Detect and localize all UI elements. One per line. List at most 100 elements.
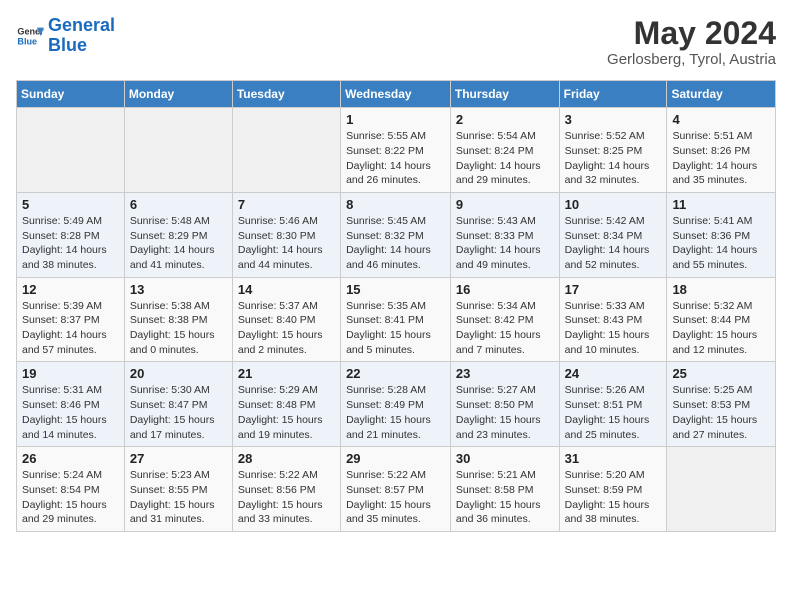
week-row-4: 19Sunrise: 5:31 AM Sunset: 8:46 PM Dayli… [17, 362, 776, 447]
calendar-cell: 11Sunrise: 5:41 AM Sunset: 8:36 PM Dayli… [667, 192, 776, 277]
week-row-3: 12 Sunrise: 5:39 AM Sunset: 8:37 PM Dayli… [17, 277, 776, 362]
day-number: 3 [565, 112, 662, 127]
calendar-cell: 17Sunrise: 5:33 AM Sunset: 8:43 PM Dayli… [559, 277, 667, 362]
day-number: 14 [238, 282, 335, 297]
day-number: 2 [456, 112, 554, 127]
day-info: Sunrise: 5:54 AM Sunset: 8:24 PM Dayligh… [456, 129, 554, 188]
calendar-cell: 20 Sunrise: 5:30 AM Sunset: 8:47 PM Dayli… [124, 362, 232, 447]
day-number: 5 [22, 197, 119, 212]
day-number: 25 [672, 366, 770, 381]
day-number: 31 [565, 451, 662, 466]
day-info: Sunrise: 5:24 AM Sunset: 8:54 PM Dayligh… [22, 468, 119, 527]
day-info: Sunrise: 5:26 AM Sunset: 8:51 PM Dayligh… [565, 383, 662, 442]
calendar-cell: 10 Sunrise: 5:42 AM Sunset: 8:34 PM Dayli… [559, 192, 667, 277]
calendar-table: SundayMondayTuesdayWednesdayThursdayFrid… [16, 80, 776, 532]
calendar-cell [124, 108, 232, 193]
day-number: 12 [22, 282, 119, 297]
calendar-cell: 12 Sunrise: 5:39 AM Sunset: 8:37 PM Dayli… [17, 277, 125, 362]
calendar-cell: 14 Sunrise: 5:37 AM Sunset: 8:40 PM Dayli… [232, 277, 340, 362]
header-thursday: Thursday [450, 81, 559, 108]
header-friday: Friday [559, 81, 667, 108]
day-number: 7 [238, 197, 335, 212]
day-info: Sunrise: 5:43 AM Sunset: 8:33 PM Dayligh… [456, 214, 554, 273]
day-number: 16 [456, 282, 554, 297]
day-number: 4 [672, 112, 770, 127]
calendar-cell: 31 Sunrise: 5:20 AM Sunset: 8:59 PM Dayli… [559, 447, 667, 532]
day-info: Sunrise: 5:55 AM Sunset: 8:22 PM Dayligh… [346, 129, 445, 188]
day-number: 29 [346, 451, 445, 466]
day-info: Sunrise: 5:25 AM Sunset: 8:53 PM Dayligh… [672, 383, 770, 442]
day-info: Sunrise: 5:52 AM Sunset: 8:25 PM Dayligh… [565, 129, 662, 188]
day-info: Sunrise: 5:46 AM Sunset: 8:30 PM Dayligh… [238, 214, 335, 273]
calendar-cell: 27Sunrise: 5:23 AM Sunset: 8:55 PM Dayli… [124, 447, 232, 532]
calendar-cell: 9Sunrise: 5:43 AM Sunset: 8:33 PM Daylig… [450, 192, 559, 277]
page-header: General Blue GeneralBlue May 2024 Gerlos… [16, 16, 776, 68]
header-saturday: Saturday [667, 81, 776, 108]
calendar-cell: 25 Sunrise: 5:25 AM Sunset: 8:53 PM Dayli… [667, 362, 776, 447]
day-number: 17 [565, 282, 662, 297]
day-info: Sunrise: 5:45 AM Sunset: 8:32 PM Dayligh… [346, 214, 445, 273]
calendar-cell: 6 Sunrise: 5:48 AM Sunset: 8:29 PM Daylig… [124, 192, 232, 277]
calendar-cell: 7 Sunrise: 5:46 AM Sunset: 8:30 PM Daylig… [232, 192, 340, 277]
calendar-cell: 8Sunrise: 5:45 AM Sunset: 8:32 PM Daylig… [341, 192, 451, 277]
calendar-cell: 29 Sunrise: 5:22 AM Sunset: 8:57 PM Dayli… [341, 447, 451, 532]
day-info: Sunrise: 5:32 AM Sunset: 8:44 PM Dayligh… [672, 299, 770, 358]
logo-icon: General Blue [16, 22, 44, 50]
calendar-cell: 23 Sunrise: 5:27 AM Sunset: 8:50 PM Dayli… [450, 362, 559, 447]
day-number: 23 [456, 366, 554, 381]
day-info: Sunrise: 5:21 AM Sunset: 8:58 PM Dayligh… [456, 468, 554, 527]
day-info: Sunrise: 5:30 AM Sunset: 8:47 PM Dayligh… [130, 383, 227, 442]
location-title: Gerlosberg, Tyrol, Austria [607, 51, 776, 68]
day-number: 26 [22, 451, 119, 466]
day-info: Sunrise: 5:27 AM Sunset: 8:50 PM Dayligh… [456, 383, 554, 442]
day-info: Sunrise: 5:42 AM Sunset: 8:34 PM Dayligh… [565, 214, 662, 273]
day-info: Sunrise: 5:22 AM Sunset: 8:57 PM Dayligh… [346, 468, 445, 527]
week-row-2: 5 Sunrise: 5:49 AM Sunset: 8:28 PM Daylig… [17, 192, 776, 277]
day-info: Sunrise: 5:22 AM Sunset: 8:56 PM Dayligh… [238, 468, 335, 527]
calendar-cell: 21 Sunrise: 5:29 AM Sunset: 8:48 PM Dayli… [232, 362, 340, 447]
calendar-cell: 22Sunrise: 5:28 AM Sunset: 8:49 PM Dayli… [341, 362, 451, 447]
calendar-cell: 28Sunrise: 5:22 AM Sunset: 8:56 PM Dayli… [232, 447, 340, 532]
day-number: 20 [130, 366, 227, 381]
day-number: 11 [672, 197, 770, 212]
day-info: Sunrise: 5:31 AM Sunset: 8:46 PM Dayligh… [22, 383, 119, 442]
calendar-cell: 13 Sunrise: 5:38 AM Sunset: 8:38 PM Dayli… [124, 277, 232, 362]
month-title: May 2024 [607, 16, 776, 51]
day-number: 21 [238, 366, 335, 381]
calendar-cell: 26 Sunrise: 5:24 AM Sunset: 8:54 PM Dayli… [17, 447, 125, 532]
week-row-5: 26 Sunrise: 5:24 AM Sunset: 8:54 PM Dayli… [17, 447, 776, 532]
day-info: Sunrise: 5:39 AM Sunset: 8:37 PM Dayligh… [22, 299, 119, 358]
day-info: Sunrise: 5:28 AM Sunset: 8:49 PM Dayligh… [346, 383, 445, 442]
day-info: Sunrise: 5:48 AM Sunset: 8:29 PM Dayligh… [130, 214, 227, 273]
day-info: Sunrise: 5:51 AM Sunset: 8:26 PM Dayligh… [672, 129, 770, 188]
day-number: 15 [346, 282, 445, 297]
day-number: 10 [565, 197, 662, 212]
day-info: Sunrise: 5:37 AM Sunset: 8:40 PM Dayligh… [238, 299, 335, 358]
day-info: Sunrise: 5:38 AM Sunset: 8:38 PM Dayligh… [130, 299, 227, 358]
calendar-cell: 2 Sunrise: 5:54 AM Sunset: 8:24 PM Daylig… [450, 108, 559, 193]
calendar-cell: 4 Sunrise: 5:51 AM Sunset: 8:26 PM Daylig… [667, 108, 776, 193]
day-number: 18 [672, 282, 770, 297]
day-number: 13 [130, 282, 227, 297]
calendar-cell: 24Sunrise: 5:26 AM Sunset: 8:51 PM Dayli… [559, 362, 667, 447]
day-info: Sunrise: 5:34 AM Sunset: 8:42 PM Dayligh… [456, 299, 554, 358]
day-info: Sunrise: 5:23 AM Sunset: 8:55 PM Dayligh… [130, 468, 227, 527]
calendar-cell [667, 447, 776, 532]
calendar-cell: 30 Sunrise: 5:21 AM Sunset: 8:58 PM Dayli… [450, 447, 559, 532]
calendar-cell: 5 Sunrise: 5:49 AM Sunset: 8:28 PM Daylig… [17, 192, 125, 277]
day-number: 30 [456, 451, 554, 466]
header-sunday: Sunday [17, 81, 125, 108]
calendar-cell: 18 Sunrise: 5:32 AM Sunset: 8:44 PM Dayli… [667, 277, 776, 362]
calendar-cell: 15 Sunrise: 5:35 AM Sunset: 8:41 PM Dayli… [341, 277, 451, 362]
svg-text:Blue: Blue [17, 36, 37, 46]
title-block: May 2024 Gerlosberg, Tyrol, Austria [607, 16, 776, 68]
day-info: Sunrise: 5:20 AM Sunset: 8:59 PM Dayligh… [565, 468, 662, 527]
day-info: Sunrise: 5:29 AM Sunset: 8:48 PM Dayligh… [238, 383, 335, 442]
day-info: Sunrise: 5:35 AM Sunset: 8:41 PM Dayligh… [346, 299, 445, 358]
calendar-cell: 3 Sunrise: 5:52 AM Sunset: 8:25 PM Daylig… [559, 108, 667, 193]
calendar-cell [17, 108, 125, 193]
day-info: Sunrise: 5:49 AM Sunset: 8:28 PM Dayligh… [22, 214, 119, 273]
header-monday: Monday [124, 81, 232, 108]
week-row-1: 1Sunrise: 5:55 AM Sunset: 8:22 PM Daylig… [17, 108, 776, 193]
day-number: 6 [130, 197, 227, 212]
